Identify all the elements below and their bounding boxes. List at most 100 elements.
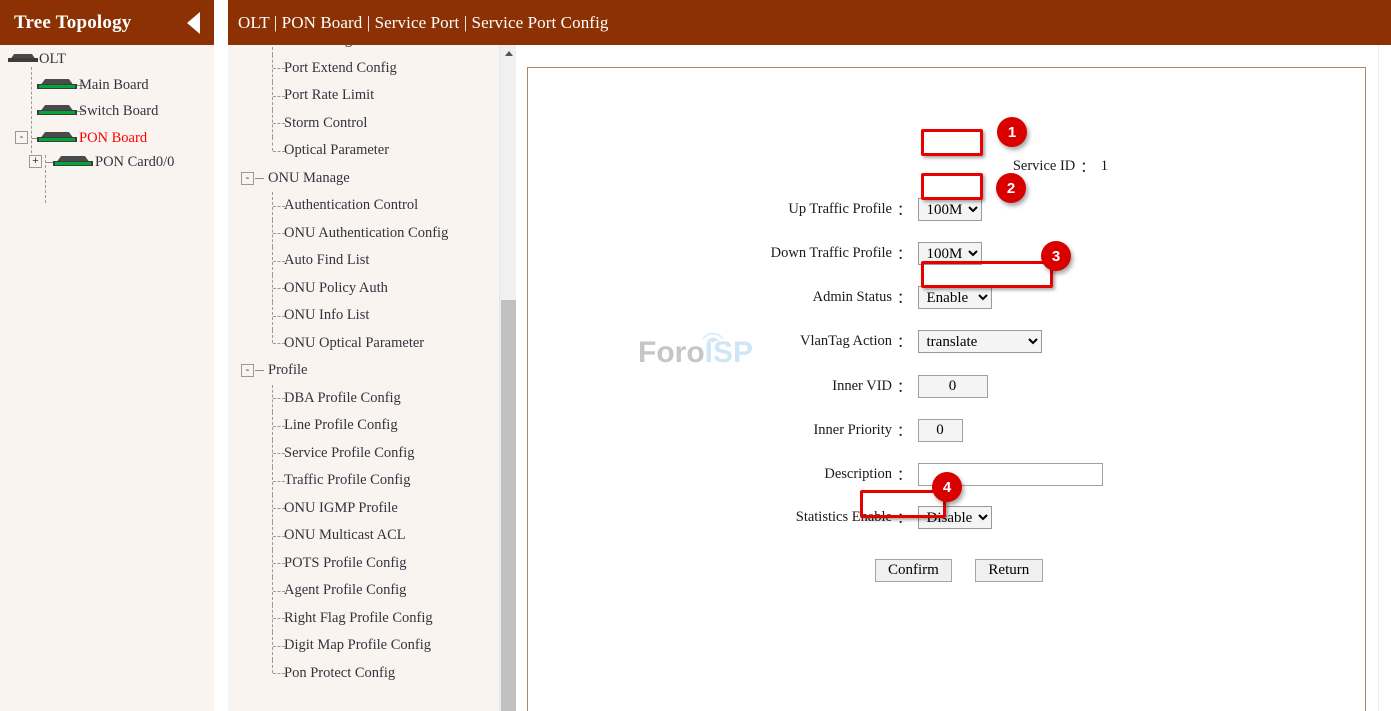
- annotation-badge-2: 2: [996, 173, 1026, 203]
- field-colon: ：: [897, 468, 912, 484]
- confirm-button[interactable]: Confirm: [875, 559, 952, 582]
- menu-item-port-rate-limit[interactable]: Port Rate Limit: [284, 82, 374, 110]
- inner-vid-label: Inner VID: [832, 378, 892, 394]
- field-colon: ：: [897, 511, 912, 527]
- menu-item-onu-authentication-config[interactable]: ONU Authentication Config: [284, 220, 448, 248]
- device-chassis-icon: [36, 104, 78, 118]
- menu-expander-profile[interactable]: -: [241, 364, 254, 377]
- menu-item-storm-control[interactable]: Storm Control: [284, 110, 367, 138]
- description-input[interactable]: [917, 463, 1103, 486]
- tree-node-label: OLT: [39, 50, 66, 67]
- vlantag-action-select[interactable]: translatetransparenttag: [917, 330, 1042, 353]
- field-colon: ：: [897, 424, 912, 440]
- tree-expander-pon-board[interactable]: -: [15, 131, 28, 144]
- admin-status-select[interactable]: EnableDisable: [917, 286, 992, 309]
- menu-item-onu-multicast-acl[interactable]: ONU Multicast ACL: [284, 522, 406, 550]
- menu-item-onu-policy-auth[interactable]: ONU Policy Auth: [284, 275, 388, 303]
- menu-item-line-profile-config[interactable]: Line Profile Config: [284, 412, 398, 440]
- field-row-inner-priority: Inner Priority ：: [528, 419, 963, 442]
- menu-item-label: DBA Profile Config: [284, 389, 401, 406]
- tree-topology-header: Tree Topology: [0, 0, 214, 45]
- menu-item-onu-info-list[interactable]: ONU Info List: [284, 302, 369, 330]
- menu-item-label: Optical Parameter: [284, 142, 390, 159]
- device-chassis-icon: [36, 131, 78, 145]
- menu-item-label: ONU Optical Parameter: [284, 334, 425, 351]
- field-colon: ：: [1080, 160, 1095, 176]
- field-row-down-traffic-profile: Down Traffic Profile ： 100M: [528, 242, 982, 265]
- statistics-enable-select[interactable]: DisableEnable: [917, 506, 992, 529]
- tree-node-pon-board[interactable]: PON Board: [36, 129, 147, 147]
- menu-item-label: Port Rate Limit: [284, 87, 375, 104]
- device-chassis-icon: [52, 155, 94, 169]
- highlight-box-1: [921, 129, 983, 156]
- menu-expander-onu-manage[interactable]: -: [241, 171, 254, 185]
- menu-item-pon-protect-config[interactable]: Pon Protect Config: [284, 660, 395, 688]
- tree-node-label: Switch Board: [79, 102, 159, 119]
- service-id-label: Service ID: [1012, 158, 1076, 174]
- up-traffic-profile-label: Up Traffic Profile: [788, 201, 892, 217]
- menu-item-traffic-profile-config[interactable]: Traffic Profile Config: [284, 467, 410, 495]
- navigation-menu-list: Port Config Port Extend Config Port Rate L…: [228, 45, 498, 687]
- content-area: ForoISP Service ID ： 1 Up Traffic Profil…: [516, 45, 1391, 711]
- menu-item-agent-profile-config[interactable]: Agent Profile Config: [284, 577, 406, 605]
- menu-scrollbar[interactable]: [499, 45, 517, 711]
- caret-left-icon[interactable]: [187, 11, 200, 34]
- breadcrumb-bar: OLT | PON Board | Service Port | Service…: [228, 0, 1391, 45]
- menu-item-auto-find-list[interactable]: Auto Find List: [284, 247, 369, 275]
- annotation-badge-3: 3: [1041, 241, 1071, 271]
- inner-priority-input[interactable]: [917, 419, 963, 442]
- menu-item-digit-map-profile-config[interactable]: Digit Map Profile Config: [284, 632, 431, 660]
- tree-connector-line: [31, 67, 32, 163]
- page-scrollbar-edge: [1378, 45, 1379, 711]
- field-row-statistics-enable: Statistics Enable ： DisableEnable: [528, 506, 992, 529]
- application-window: Tree Topology OLT Main Board Switch Boar…: [0, 0, 1391, 711]
- menu-item-label: Port Config: [284, 45, 352, 49]
- menu-group-profile[interactable]: Profile: [268, 357, 307, 385]
- field-colon: ：: [897, 335, 912, 351]
- vlantag-action-label: VlanTag Action: [799, 333, 892, 349]
- field-colon: ：: [897, 380, 912, 396]
- menu-item-authentication-control[interactable]: Authentication Control: [284, 192, 418, 220]
- inner-priority-label: Inner Priority: [813, 422, 892, 438]
- menu-item-port-extend-config[interactable]: Port Extend Config: [284, 55, 397, 83]
- form-action-buttons: Confirm Return: [875, 559, 1043, 582]
- menu-item-label: Traffic Profile Config: [284, 472, 411, 489]
- tree-node-switch-board[interactable]: Switch Board: [36, 102, 158, 120]
- tree-topology-panel: Tree Topology OLT Main Board Switch Boar…: [0, 0, 214, 711]
- menu-item-optical-parameter[interactable]: Optical Parameter: [284, 137, 389, 165]
- menu-item-right-flag-profile-config[interactable]: Right Flag Profile Config: [284, 605, 433, 633]
- field-row-admin-status: Admin Status ： EnableDisable: [528, 286, 992, 309]
- annotation-badge-1: 1: [997, 117, 1027, 147]
- tree-topology-title: Tree Topology: [14, 12, 132, 33]
- menu-item-label: Service Profile Config: [284, 444, 415, 461]
- menu-item-onu-optical-parameter[interactable]: ONU Optical Parameter: [284, 330, 424, 358]
- tree-node-label: PON Card0/0: [95, 153, 175, 170]
- highlight-box-3: [921, 261, 1053, 288]
- menu-item-onu-igmp-profile[interactable]: ONU IGMP Profile: [284, 495, 398, 523]
- return-button[interactable]: Return: [974, 559, 1043, 582]
- scrollbar-thumb[interactable]: [501, 300, 516, 711]
- tree-node-pon-card[interactable]: PON Card0/0: [52, 153, 174, 171]
- menu-item-label: ONU Policy Auth: [284, 279, 388, 296]
- down-traffic-profile-select[interactable]: 100M: [917, 242, 982, 265]
- up-traffic-profile-select[interactable]: 100M: [917, 198, 982, 221]
- tree-node-main-board[interactable]: Main Board: [36, 76, 149, 94]
- menu-group-onu-manage[interactable]: ONU Manage: [268, 165, 350, 193]
- menu-item-label: Agent Profile Config: [284, 582, 407, 599]
- inner-vid-input[interactable]: [917, 375, 988, 398]
- scroll-up-arrow-icon[interactable]: [500, 45, 517, 62]
- menu-item-label: Storm Control: [284, 114, 368, 131]
- menu-item-service-profile-config[interactable]: Service Profile Config: [284, 440, 414, 468]
- menu-item-label: Authentication Control: [284, 197, 419, 214]
- down-traffic-profile-label: Down Traffic Profile: [770, 245, 892, 261]
- breadcrumb: OLT | PON Board | Service Port | Service…: [238, 12, 609, 32]
- menu-item-pots-profile-config[interactable]: POTS Profile Config: [284, 550, 406, 578]
- menu-item-port-config[interactable]: Port Config: [284, 45, 352, 55]
- service-port-config-panel: ForoISP Service ID ： 1 Up Traffic Profil…: [527, 67, 1366, 711]
- tree-node-olt[interactable]: OLT: [8, 50, 66, 68]
- menu-item-dba-profile-config[interactable]: DBA Profile Config: [284, 385, 401, 413]
- field-colon: ：: [897, 291, 912, 307]
- device-chassis-icon: [8, 53, 38, 65]
- tree-expander-pon-card[interactable]: +: [29, 155, 42, 168]
- menu-item-label: ONU Info List: [284, 307, 370, 324]
